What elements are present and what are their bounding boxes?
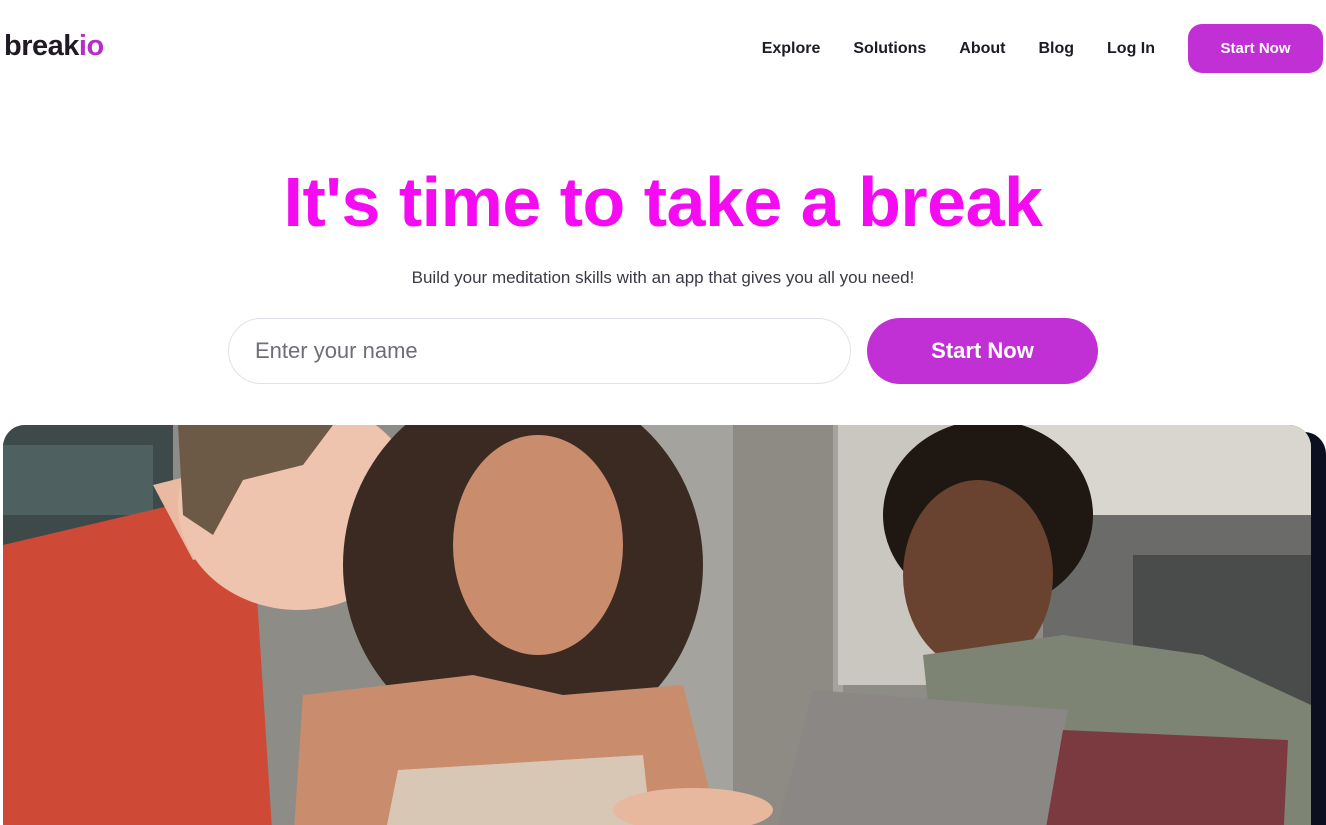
name-input[interactable]	[228, 318, 851, 384]
nav-blog-link[interactable]: Blog	[1038, 40, 1074, 58]
hero-start-now-button[interactable]: Start Now	[867, 318, 1098, 384]
top-navbar: breakio Explore Solutions About Blog Log…	[0, 0, 1326, 98]
main-nav: Explore Solutions About Blog Log In Star…	[762, 24, 1326, 73]
nav-explore-link[interactable]: Explore	[762, 40, 821, 58]
hero-title: It's time to take a break	[283, 163, 1043, 241]
nav-login-link[interactable]: Log In	[1107, 40, 1155, 58]
nav-about-link[interactable]: About	[959, 40, 1005, 58]
hero-subtitle: Build your meditation skills with an app…	[411, 268, 915, 287]
nav-start-now-button[interactable]: Start Now	[1188, 24, 1323, 73]
signup-form: Start Now	[228, 318, 1098, 384]
nav-solutions-link[interactable]: Solutions	[853, 40, 926, 58]
hero-photo-illustration	[3, 425, 1311, 825]
brand-logo-accent: io	[78, 30, 104, 62]
brand-logo[interactable]: breakio	[4, 30, 104, 63]
hero-image	[3, 425, 1311, 825]
brand-logo-main: break	[4, 30, 79, 62]
